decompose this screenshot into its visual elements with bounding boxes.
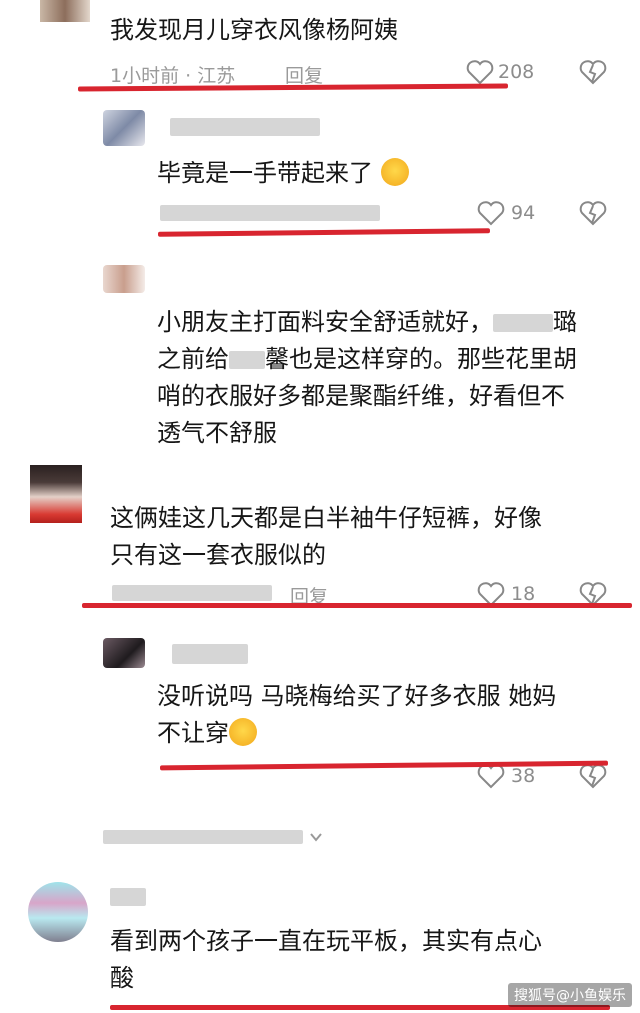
like-count: 38 [511,765,536,787]
comment-text: 小朋友主打面料安全舒适就好，璐 之前给 馨也是这样穿的。那些花里胡 哨的衣服好多都… [157,304,627,452]
comment-text: 看到两个孩子一直在玩平板，其实有点心 酸 [110,923,542,997]
blurred-username [172,644,248,664]
like-count: 18 [511,583,536,605]
comment-line: 之前给 馨也是这样穿的。那些花里胡 [157,345,577,373]
comment-line: 只有这一套衣服似的 [110,541,326,569]
comment-line: 没听说吗 马晓梅给买了好多衣服 她妈 [157,682,557,710]
highlight-underline [82,603,632,608]
comment-text: 我发现月儿穿衣风像杨阿姨 [110,16,398,44]
avatar[interactable] [103,265,145,293]
avatar[interactable] [40,0,90,22]
heart-icon[interactable] [465,58,495,86]
blurred-username [170,118,320,136]
comment-line: 不让穿 [157,715,556,752]
comment-text-body: 毕竟是一手带起来了 [157,159,373,187]
highlight-underline [157,228,491,237]
comment-meta: 1小时前 · 江苏 [110,65,236,87]
comment-line: 看到两个孩子一直在玩平板，其实有点心 [110,927,542,955]
avatar[interactable] [30,465,82,523]
avatar[interactable] [103,638,145,668]
heart-icon[interactable] [476,199,506,227]
like-count: 94 [511,202,536,224]
comment-line: 这俩娃这几天都是白半袖牛仔短裤，好像 [110,504,542,532]
comment-line: 酸 [110,964,134,992]
expand-chevron-icon[interactable] [308,829,324,848]
avatar[interactable] [28,882,88,942]
comment-line: 透气不舒服 [157,419,277,447]
sad-emoji [380,158,409,186]
blurred-meta [160,205,380,221]
blurred-username [110,888,146,906]
dislike-icon[interactable] [578,199,608,227]
avatar[interactable] [103,110,145,146]
like-count: 208 [498,61,535,83]
blurred-meta [112,585,272,601]
comment-line: 哨的衣服好多都是聚酯纤维，好看但不 [157,382,565,410]
comment-line: 小朋友主打面料安全舒适就好，璐 [157,308,577,336]
highlight-underline [159,760,609,771]
comment-text: 这俩娃这几天都是白半袖牛仔短裤，好像 只有这一套衣服似的 [110,500,542,574]
blurred-expand-text[interactable] [103,830,303,844]
cry-laugh-emoji [229,718,257,746]
dislike-icon[interactable] [578,762,608,790]
comment-text: 没听说吗 马晓梅给买了好多衣服 她妈 不让穿 [157,678,556,752]
watermark: 搜狐号@小鱼娱乐 [508,983,632,1007]
dislike-icon[interactable] [578,58,608,86]
comment-text: 毕竟是一手带起来了 [157,155,409,192]
